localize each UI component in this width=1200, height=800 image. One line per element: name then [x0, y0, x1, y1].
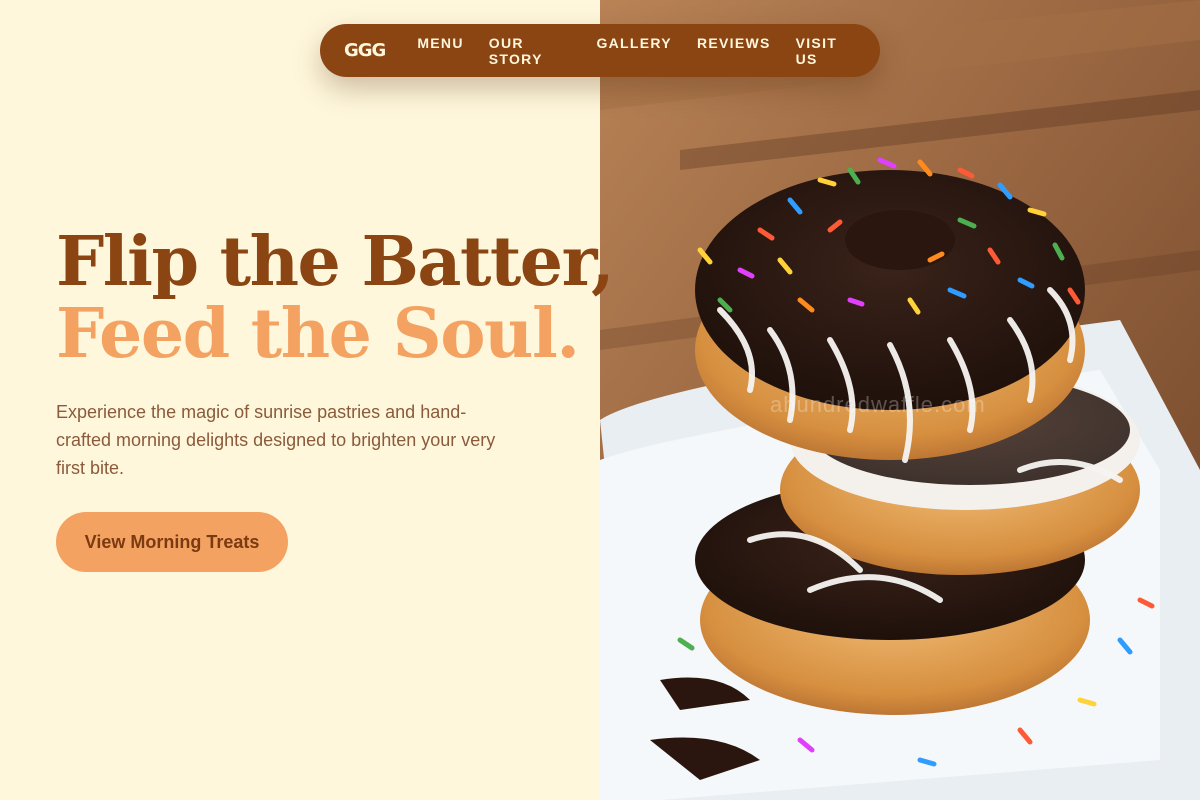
brand-logo[interactable]: GGG	[344, 40, 386, 61]
nav-item-menu[interactable]: MENU	[417, 35, 463, 67]
top-navigation-bar: GGG MENU OUR STORY GALLERY REVIEWS VISIT…	[320, 24, 880, 77]
hero-headline-line-1: Flip the Batter,	[56, 222, 615, 302]
photo-watermark: ahundredwaffle.com	[770, 392, 986, 417]
hero-headline-line-2: Feed the Soul.	[56, 294, 580, 374]
nav-links: MENU OUR STORY GALLERY REVIEWS VISIT US	[417, 35, 856, 67]
hero-headline: Flip the Batter, Feed the Soul.	[56, 222, 615, 374]
hero-subtext: Experience the magic of sunrise pastries…	[56, 402, 496, 478]
nav-item-reviews[interactable]: REVIEWS	[697, 35, 771, 67]
view-morning-treats-button[interactable]: View Morning Treats	[56, 512, 288, 572]
nav-item-gallery[interactable]: GALLERY	[596, 35, 671, 67]
nav-item-visit-us[interactable]: VISIT US	[796, 35, 856, 67]
nav-item-our-story[interactable]: OUR STORY	[489, 35, 572, 67]
